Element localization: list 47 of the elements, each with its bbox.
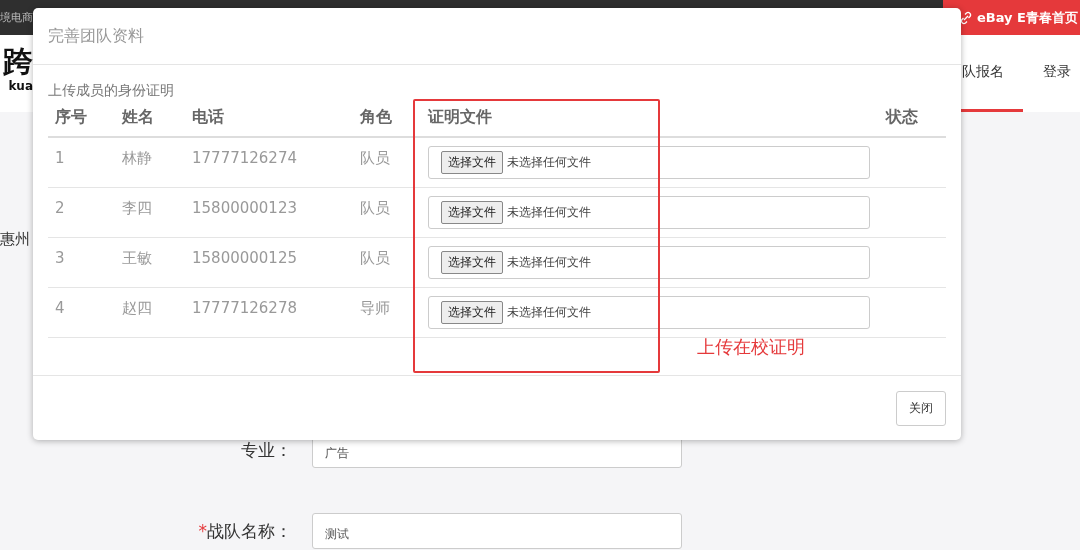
choose-file-button[interactable]: 选择文件 [441, 151, 503, 174]
city-text: 惠州 [0, 230, 31, 249]
choose-file-button[interactable]: 选择文件 [441, 201, 503, 224]
table-cell: 导师 [353, 288, 421, 338]
table-cell: 队员 [353, 238, 421, 288]
table-cell: 15800000123 [185, 188, 353, 238]
column-header: 证明文件 [421, 102, 879, 138]
table-cell: 林静 [115, 138, 185, 188]
table-cell: 3 [48, 238, 115, 288]
file-status: 未选择任何文件 [507, 304, 591, 321]
file-status: 未选择任何文件 [507, 254, 591, 271]
table-cell: 1 [48, 138, 115, 188]
close-button[interactable]: 关闭 [896, 391, 946, 426]
logo-subtitle: kua [8, 79, 33, 93]
dialog-title: 完善团队资料 [48, 25, 144, 47]
table-cell: 赵四 [115, 288, 185, 338]
column-header: 姓名 [115, 102, 185, 138]
column-header: 角色 [353, 102, 421, 138]
column-header: 电话 [185, 102, 353, 138]
form-label: 专业： [240, 440, 292, 460]
table-cell: 17777126278 [185, 288, 353, 338]
nav-item[interactable]: 登录 [1023, 35, 1080, 112]
table-cell: 17777126274 [185, 138, 353, 188]
column-header: 状态 [879, 102, 946, 138]
choose-file-button[interactable]: 选择文件 [441, 251, 503, 274]
home-link[interactable]: eBay E青春首页 [943, 0, 1080, 35]
table-cell: 李四 [115, 188, 185, 238]
table-cell: 4 [48, 288, 115, 338]
file-field[interactable]: 选择文件 未选择任何文件 [428, 296, 870, 329]
site-name: 境电商 [0, 10, 33, 25]
file-field[interactable]: 选择文件 未选择任何文件 [428, 246, 870, 279]
choose-file-button[interactable]: 选择文件 [441, 301, 503, 324]
table-cell: 队员 [353, 138, 421, 188]
file-status: 未选择任何文件 [507, 204, 591, 221]
table-cell: 队员 [353, 188, 421, 238]
file-field[interactable]: 选择文件 未选择任何文件 [428, 196, 870, 229]
table-cell: 2 [48, 188, 115, 238]
section-title: 上传成员的身份证明 [48, 82, 175, 100]
text-field[interactable]: 测试 [312, 513, 682, 549]
form-label: *战队名称： [197, 521, 292, 541]
table-cell: 王敏 [115, 238, 185, 288]
annotation-text: 上传在校证明 [697, 335, 805, 359]
file-status: 未选择任何文件 [507, 154, 591, 171]
file-field[interactable]: 选择文件 未选择任何文件 [428, 146, 870, 179]
column-header: 序号 [48, 102, 115, 138]
table-cell: 15800000125 [185, 238, 353, 288]
logo: 跨 [3, 45, 33, 79]
